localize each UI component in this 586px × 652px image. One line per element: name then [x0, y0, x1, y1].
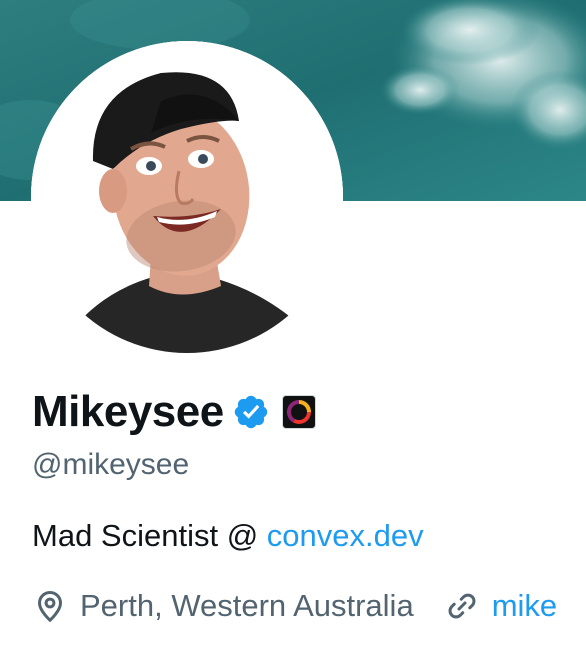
- website-link[interactable]: mike: [492, 588, 557, 624]
- verified-badge-icon[interactable]: [232, 393, 270, 431]
- display-name: Mikeysee: [32, 387, 224, 436]
- avatar[interactable]: [31, 41, 343, 353]
- bio-text: Mad Scientist @: [32, 518, 267, 553]
- location-text: Perth, Western Australia: [80, 588, 414, 623]
- convex-affiliate-badge-icon[interactable]: [281, 395, 316, 429]
- avatar-border: [31, 41, 343, 353]
- profile-page: Mikeysee @mikeysee Mad Scientist @ conve…: [0, 0, 586, 652]
- avatar-image: [31, 41, 343, 353]
- location-pin-icon: [32, 588, 68, 624]
- display-name-row: Mikeysee: [32, 384, 316, 440]
- bio: Mad Scientist @ convex.dev: [32, 518, 424, 554]
- profile-meta: Perth, Western Australia mike: [32, 584, 557, 628]
- link-icon: [444, 588, 480, 624]
- username-handle: @mikeysee: [32, 448, 190, 481]
- bio-link[interactable]: convex.dev: [267, 518, 424, 553]
